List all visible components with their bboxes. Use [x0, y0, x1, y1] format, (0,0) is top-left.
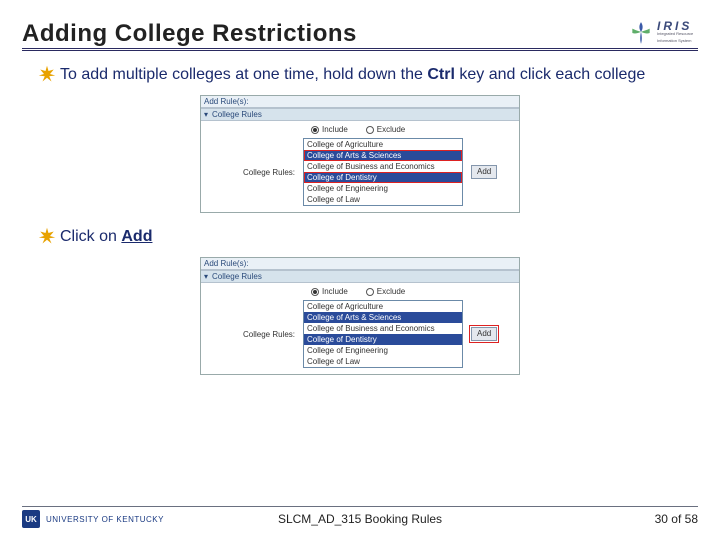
list-item[interactable]: College of Arts & Sciences — [304, 150, 462, 161]
bullet-2: Click on Add — [60, 227, 678, 247]
slide: Adding College Restrictions IRIS Integra… — [0, 0, 720, 540]
bullet-2-action: Add — [121, 228, 152, 245]
list-item[interactable]: College of Law — [304, 194, 462, 205]
iris-sub2: Information System — [657, 37, 693, 44]
panel-2-label: College Rules: — [207, 330, 303, 339]
panel-2-header: Add Rule(s): — [201, 258, 519, 270]
bullet-2-text: Click on Add — [60, 227, 152, 247]
panel-2-listbox[interactable]: College of AgricultureCollege of Arts & … — [303, 300, 463, 368]
starburst-icon — [38, 65, 56, 83]
radio-icon — [366, 288, 374, 296]
list-item[interactable]: College of Agriculture — [304, 301, 462, 312]
iris-text: IRIS Integrated Resource Information Sys… — [657, 23, 693, 44]
panel-1-listbox[interactable]: College of AgricultureCollege of Arts & … — [303, 138, 463, 206]
panel-1-header: Add Rule(s): — [201, 96, 519, 108]
bullet-1: To add multiple colleges at one time, ho… — [60, 65, 678, 85]
list-item[interactable]: College of Agriculture — [304, 139, 462, 150]
panel-2-subheader[interactable]: College Rules — [201, 270, 519, 283]
radio-label: Include — [322, 287, 348, 296]
footer: UK UNIVERSITY OF KENTUCKY SLCM_AD_315 Bo… — [22, 506, 698, 528]
panel-1-radio-exclude[interactable]: Exclude — [366, 125, 405, 134]
iris-icon — [628, 20, 654, 46]
panel-1-subheader[interactable]: College Rules — [201, 108, 519, 121]
panel-2: Add Rule(s): College Rules Include Exclu… — [200, 257, 520, 375]
bullet-1-key: Ctrl — [427, 66, 455, 83]
panel-1-radio-include[interactable]: Include — [311, 125, 348, 134]
radio-icon — [366, 126, 374, 134]
list-item[interactable]: College of Dentistry — [304, 334, 462, 345]
list-item[interactable]: College of Business and Economics — [304, 323, 462, 334]
radio-icon — [311, 288, 319, 296]
bullet-1-text: To add multiple colleges at one time, ho… — [60, 65, 645, 85]
panel-1-add-button[interactable]: Add — [471, 165, 497, 179]
list-item[interactable]: College of Dentistry — [304, 172, 462, 183]
radio-icon — [311, 126, 319, 134]
header: Adding College Restrictions IRIS Integra… — [22, 18, 698, 51]
list-item[interactable]: College of Law — [304, 356, 462, 367]
panel-1: Add Rule(s): College Rules Include Exclu… — [200, 95, 520, 213]
iris-brand: IRIS — [657, 23, 693, 30]
panel-2-radio-include[interactable]: Include — [311, 287, 348, 296]
bullet-1-pre: To add multiple colleges at one time, ho… — [60, 66, 427, 83]
list-item[interactable]: College of Business and Economics — [304, 161, 462, 172]
starburst-icon — [38, 227, 56, 245]
footer-doc: SLCM_AD_315 Booking Rules — [22, 512, 698, 526]
radio-label: Exclude — [377, 125, 405, 134]
bullet-2-pre: Click on — [60, 228, 121, 245]
iris-logo: IRIS Integrated Resource Information Sys… — [628, 18, 698, 48]
panel-1-label: College Rules: — [207, 168, 303, 177]
panel-2-add-button[interactable]: Add — [471, 327, 497, 341]
radio-label: Include — [322, 125, 348, 134]
iris-sub1: Integrated Resource — [657, 30, 693, 37]
panel-2-radio-exclude[interactable]: Exclude — [366, 287, 405, 296]
list-item[interactable]: College of Arts & Sciences — [304, 312, 462, 323]
list-item[interactable]: College of Engineering — [304, 183, 462, 194]
radio-label: Exclude — [377, 287, 405, 296]
list-item[interactable]: College of Engineering — [304, 345, 462, 356]
page-title: Adding College Restrictions — [22, 20, 357, 48]
bullet-1-post: key and click each college — [455, 66, 645, 83]
